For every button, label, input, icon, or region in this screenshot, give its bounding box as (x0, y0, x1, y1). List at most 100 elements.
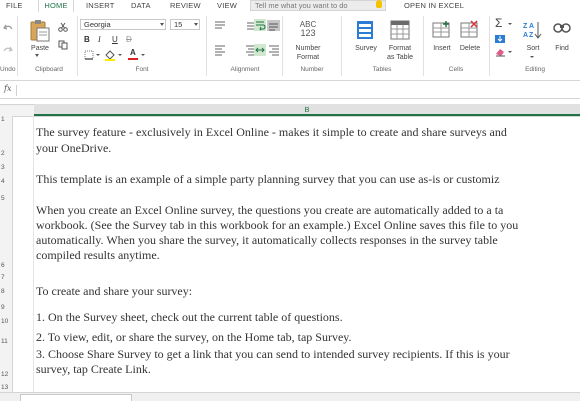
paste-icon[interactable] (28, 18, 52, 42)
editing-group-label: Editing (525, 66, 545, 73)
separator (77, 16, 78, 76)
autosum-button[interactable]: Σ (495, 17, 502, 29)
bold-button[interactable]: B (84, 35, 90, 45)
find-icon[interactable] (552, 20, 572, 40)
row-header[interactable]: 13 (0, 384, 13, 391)
row-header[interactable]: 9 (0, 304, 13, 311)
undo-icon[interactable] (3, 22, 13, 32)
step-1: 1. On the Survey sheet, check out the cu… (36, 310, 343, 324)
row-header[interactable]: 1 (0, 116, 13, 123)
chevron-down-icon[interactable] (530, 56, 534, 58)
wrap-text-icon[interactable] (254, 19, 266, 31)
lightbulb-icon (376, 0, 382, 8)
tab-insert[interactable]: INSERT (86, 0, 115, 12)
number-format-digits: 123 (300, 28, 316, 38)
row-header[interactable]: 11 (0, 338, 13, 345)
row-header[interactable]: 3 (0, 164, 13, 171)
borders-icon[interactable] (84, 50, 94, 60)
svg-text:Z: Z (523, 23, 528, 30)
open-in-excel-button[interactable]: OPEN IN EXCEL (404, 0, 464, 12)
step-3-line-2: survey, tap Create Link. (36, 362, 151, 376)
intro-line-1: The survey feature - exclusively in Exce… (36, 125, 507, 139)
step-3-line-1: 3. Choose Share Survey to get a link tha… (36, 347, 510, 361)
row-header[interactable]: 6 (0, 262, 13, 269)
chevron-down-icon[interactable] (160, 23, 164, 26)
survey-explanation-line-2: workbook. (See the Survey tab in this wo… (36, 218, 519, 232)
row-header-bar (0, 116, 13, 400)
chevron-down-icon[interactable] (508, 51, 512, 53)
survey-button[interactable]: Survey (350, 44, 382, 53)
number-group-label: Number (300, 66, 324, 73)
tables-group-label: Tables (372, 66, 392, 73)
clipboard-group-label: Clipboard (35, 66, 63, 73)
tab-file[interactable]: FILE (6, 0, 23, 12)
vertical-align-icons[interactable] (214, 20, 290, 32)
number-format-button[interactable]: Number (288, 44, 328, 53)
survey-explanation-line-3: automatically. When you share the survey… (36, 233, 498, 247)
clear-icon[interactable] (494, 47, 506, 57)
survey-icon[interactable] (355, 20, 375, 40)
tell-me-search-input[interactable]: Tell me what you want to do (250, 0, 386, 11)
copy-icon[interactable] (58, 40, 68, 50)
chevron-down-icon[interactable] (141, 54, 145, 56)
paste-button[interactable]: Paste (28, 44, 52, 53)
row-header[interactable]: 5 (0, 195, 13, 202)
tab-review[interactable]: REVIEW (170, 0, 201, 12)
row-header[interactable]: 4 (0, 178, 13, 185)
row-header[interactable]: 10 (0, 318, 13, 325)
underline-button[interactable]: U (112, 35, 118, 45)
font-color-bar (128, 58, 138, 60)
horizontal-align-icons[interactable] (214, 44, 290, 56)
separator (16, 85, 17, 96)
redo-icon[interactable] (3, 44, 13, 54)
number-format-button-line2[interactable]: Format (288, 53, 328, 62)
fill-down-icon[interactable] (494, 34, 506, 44)
chevron-down-icon[interactable] (118, 54, 122, 56)
chevron-down-icon[interactable] (508, 23, 512, 25)
function-icon[interactable]: fx (4, 84, 11, 93)
undo-group-label: Undo (0, 66, 16, 73)
chevron-down-icon[interactable] (194, 23, 198, 26)
row-header[interactable]: 8 (0, 288, 13, 295)
survey-explanation-line-1: When you create an Excel Online survey, … (36, 203, 504, 217)
sort-icon[interactable]: Z A A Z (522, 20, 544, 40)
tab-view[interactable]: VIEW (217, 0, 237, 12)
strikethrough-button[interactable]: D (126, 35, 132, 45)
intro-line-2: your OneDrive. (36, 141, 112, 155)
row-header[interactable]: 2 (0, 150, 13, 157)
chevron-down-icon[interactable] (35, 54, 39, 57)
svg-text:Z: Z (529, 32, 534, 39)
fill-color-icon[interactable] (104, 49, 116, 61)
column-header-b[interactable]: B (34, 104, 580, 116)
separator (282, 16, 283, 76)
format-as-table-icon[interactable] (390, 20, 410, 40)
insert-cells-icon[interactable] (432, 20, 452, 40)
delete-cells-button[interactable]: Delete (455, 44, 485, 53)
delete-cells-icon[interactable] (460, 20, 480, 40)
sort-button[interactable]: Sort (520, 44, 546, 53)
chevron-down-icon[interactable] (96, 54, 100, 56)
cells-group-label: Cells (448, 66, 464, 73)
find-button[interactable]: Find (550, 44, 574, 53)
svg-text:A: A (523, 32, 528, 39)
column-a-gridline (33, 116, 34, 400)
font-group-label: Font (135, 66, 149, 73)
italic-button[interactable]: I (98, 35, 101, 45)
svg-text:A: A (529, 23, 534, 30)
format-as-table-button-line2[interactable]: as Table (380, 53, 420, 62)
template-description: This template is an example of a simple … (36, 172, 500, 186)
alignment-group-label: Alignment (230, 66, 260, 73)
font-name-select[interactable]: Georgia (80, 19, 166, 30)
row-header[interactable]: 12 (0, 371, 13, 378)
row-header[interactable]: 7 (0, 274, 13, 281)
format-as-table-button[interactable]: Format (382, 44, 418, 53)
insert-cells-button[interactable]: Insert (428, 44, 456, 53)
cut-icon[interactable] (58, 22, 68, 32)
merge-center-icon[interactable] (254, 44, 266, 56)
instructions-heading: To create and share your survey: (36, 284, 193, 298)
survey-explanation-line-4: compiled results anytime. (36, 248, 160, 262)
step-2: 2. To view, edit, or share the survey, o… (36, 330, 352, 344)
font-color-button[interactable]: A (130, 48, 136, 58)
formula-bar[interactable] (0, 82, 580, 99)
tab-data[interactable]: DATA (131, 0, 151, 12)
